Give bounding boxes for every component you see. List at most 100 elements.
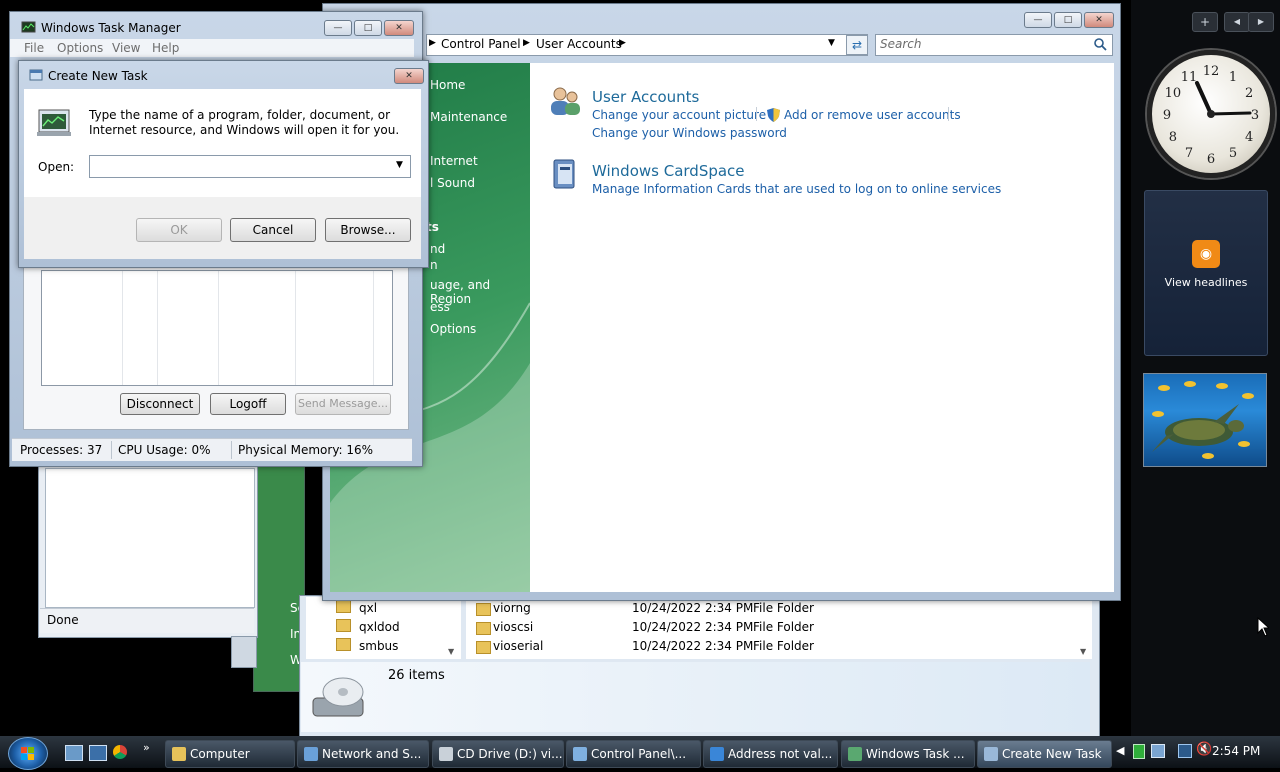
cp-nav-link[interactable]: Options xyxy=(430,322,476,336)
tray-expand-icon[interactable]: ◀ xyxy=(1116,744,1124,757)
cp-maximize-button[interactable]: □ xyxy=(1054,12,1082,28)
cp-address-bar[interactable]: ▶ Control Panel ▶ User Accounts ▶ ▼ xyxy=(426,34,868,56)
tray-green-app-icon[interactable] xyxy=(1133,744,1145,759)
taskbar-button[interactable]: Address not val... xyxy=(703,740,838,768)
folder-icon xyxy=(476,622,491,635)
network-tray-icon[interactable] xyxy=(1178,744,1192,758)
clock-gadget[interactable]: 12 1 2 3 4 5 6 7 8 9 10 11 xyxy=(1147,50,1275,178)
breadcrumb-arrow-icon[interactable]: ▶ xyxy=(523,38,530,48)
cp-nav-link[interactable]: Maintenance xyxy=(430,110,507,124)
list-scroll-down-icon[interactable]: ▼ xyxy=(1080,647,1086,656)
taskbar-button[interactable]: CD Drive (D:) vi... xyxy=(432,740,564,768)
computer-status-text: Done xyxy=(47,613,79,627)
change-account-picture-link[interactable]: Change your account picture xyxy=(592,108,766,122)
cp-nav-link[interactable]: nd xyxy=(430,242,445,256)
taskbar-button[interactable]: Windows Task ... xyxy=(841,740,975,768)
cp-nav-link[interactable]: ess xyxy=(430,300,450,314)
file-type: File Folder xyxy=(753,601,814,615)
breadcrumb-control-panel[interactable]: Control Panel xyxy=(441,37,521,51)
tm-menu-help[interactable]: Help xyxy=(152,41,179,55)
column-divider xyxy=(122,271,123,385)
taskbar-button[interactable]: Computer xyxy=(165,740,295,768)
start-orb-button[interactable] xyxy=(8,737,48,770)
breadcrumb-user-accounts[interactable]: User Accounts xyxy=(536,37,622,51)
file-type: File Folder xyxy=(753,639,814,653)
taskbar-button[interactable]: Network and S... xyxy=(297,740,429,768)
sidebar-prev-button[interactable]: ◀ xyxy=(1224,12,1250,32)
tm-close-button[interactable]: ✕ xyxy=(384,20,414,36)
tm-disconnect-button[interactable]: Disconnect xyxy=(120,393,200,415)
file-row[interactable]: viorng 10/24/2022 2:34 PM File Folder xyxy=(466,600,1086,618)
open-dropdown-icon[interactable]: ▼ xyxy=(396,160,403,170)
feed-headlines-label[interactable]: View headlines xyxy=(1144,276,1268,289)
folder-icon xyxy=(336,619,351,632)
cp-minimize-button[interactable]: — xyxy=(1024,12,1052,28)
chrome-icon[interactable] xyxy=(113,745,127,759)
create-task-close-button[interactable]: ✕ xyxy=(394,68,424,84)
tray-app-icon[interactable] xyxy=(1151,744,1165,758)
tree-item[interactable]: qxldod xyxy=(336,619,400,634)
breadcrumb-arrow-icon: ▶ xyxy=(429,38,436,48)
taskbar-button[interactable]: Control Panel\... xyxy=(566,740,701,768)
volume-muted-icon[interactable]: 🔇 xyxy=(1196,742,1212,757)
tree-item[interactable]: smbus xyxy=(336,638,398,653)
tm-send-message-button[interactable]: Send Message... xyxy=(295,393,391,415)
tree-item-label: qxldod xyxy=(359,620,400,634)
cp-search-box[interactable]: Search xyxy=(875,34,1113,56)
cp-nav-link[interactable]: l Sound xyxy=(430,176,475,190)
tm-menu-options[interactable]: Options xyxy=(57,41,103,55)
file-date: 10/24/2022 2:34 PM xyxy=(632,639,754,653)
ok-button[interactable]: OK xyxy=(136,218,222,242)
cp-nav-link[interactable]: n xyxy=(430,258,438,272)
cp-nav-link[interactable]: Home xyxy=(430,78,465,92)
cp-nav-link[interactable]: Internet xyxy=(430,154,478,168)
open-combobox[interactable]: ▼ xyxy=(89,155,411,178)
folder-icon xyxy=(476,603,491,616)
network-window[interactable]: Se In W xyxy=(253,460,305,692)
windows-cardspace-heading[interactable]: Windows CardSpace xyxy=(592,162,745,180)
link-divider xyxy=(756,107,757,121)
taskbar-button-label: Network and S... xyxy=(322,747,422,761)
tm-logoff-button[interactable]: Logoff xyxy=(210,393,286,415)
column-divider xyxy=(218,271,219,385)
tm-status-processes: Processes: 37 xyxy=(20,443,103,457)
mouse-cursor-icon xyxy=(1257,617,1269,637)
create-task-description: Type the name of a program, folder, docu… xyxy=(89,108,400,137)
user-accounts-heading[interactable]: User Accounts xyxy=(592,88,699,106)
tm-users-list[interactable] xyxy=(41,270,393,386)
breadcrumb-arrow-icon[interactable]: ▶ xyxy=(619,38,626,48)
search-placeholder: Search xyxy=(880,37,922,51)
tree-item[interactable]: qxl xyxy=(336,600,377,615)
change-windows-password-link[interactable]: Change your Windows password xyxy=(592,126,787,140)
cp-close-button[interactable]: ✕ xyxy=(1084,12,1114,28)
status-divider xyxy=(231,441,232,459)
slideshow-gadget[interactable] xyxy=(1143,373,1267,467)
browse-button[interactable]: Browse... xyxy=(325,218,411,242)
clock-minute-hand xyxy=(1209,111,1252,116)
taskbar-button[interactable]: Create New Task xyxy=(977,740,1112,768)
address-dropdown-icon[interactable]: ▼ xyxy=(828,38,835,48)
tm-menu-view[interactable]: View xyxy=(112,41,140,55)
add-remove-user-accounts-link[interactable]: Add or remove user accounts xyxy=(784,108,961,122)
taskbar-button-label: Address not val... xyxy=(728,747,833,761)
sidebar-add-gadget-button[interactable]: + xyxy=(1192,12,1218,32)
quick-launch-more-icon[interactable]: » xyxy=(143,741,150,754)
refresh-icon[interactable]: ⇄ xyxy=(846,35,868,55)
tm-maximize-button[interactable]: □ xyxy=(354,20,382,36)
switch-windows-icon[interactable] xyxy=(89,745,107,761)
tm-menu-file[interactable]: File xyxy=(24,41,44,55)
tree-scroll-down-icon[interactable]: ▼ xyxy=(448,647,454,656)
search-icon[interactable] xyxy=(1094,38,1107,51)
run-program-icon xyxy=(37,109,71,136)
folder-icon xyxy=(172,747,186,761)
feed-headlines-gadget[interactable] xyxy=(1144,190,1268,356)
cancel-button[interactable]: Cancel xyxy=(230,218,316,242)
file-row[interactable]: vioserial 10/24/2022 2:34 PM File Folder xyxy=(466,638,1086,656)
show-desktop-icon[interactable] xyxy=(65,745,83,761)
ie-window[interactable] xyxy=(231,636,257,668)
file-row[interactable]: vioscsi 10/24/2022 2:34 PM File Folder xyxy=(466,619,1086,637)
sidebar-next-button[interactable]: ▶ xyxy=(1248,12,1274,32)
taskbar-clock[interactable]: 2:54 PM xyxy=(1212,744,1260,758)
manage-information-cards-link[interactable]: Manage Information Cards that are used t… xyxy=(592,182,1001,196)
tm-minimize-button[interactable]: — xyxy=(324,20,352,36)
